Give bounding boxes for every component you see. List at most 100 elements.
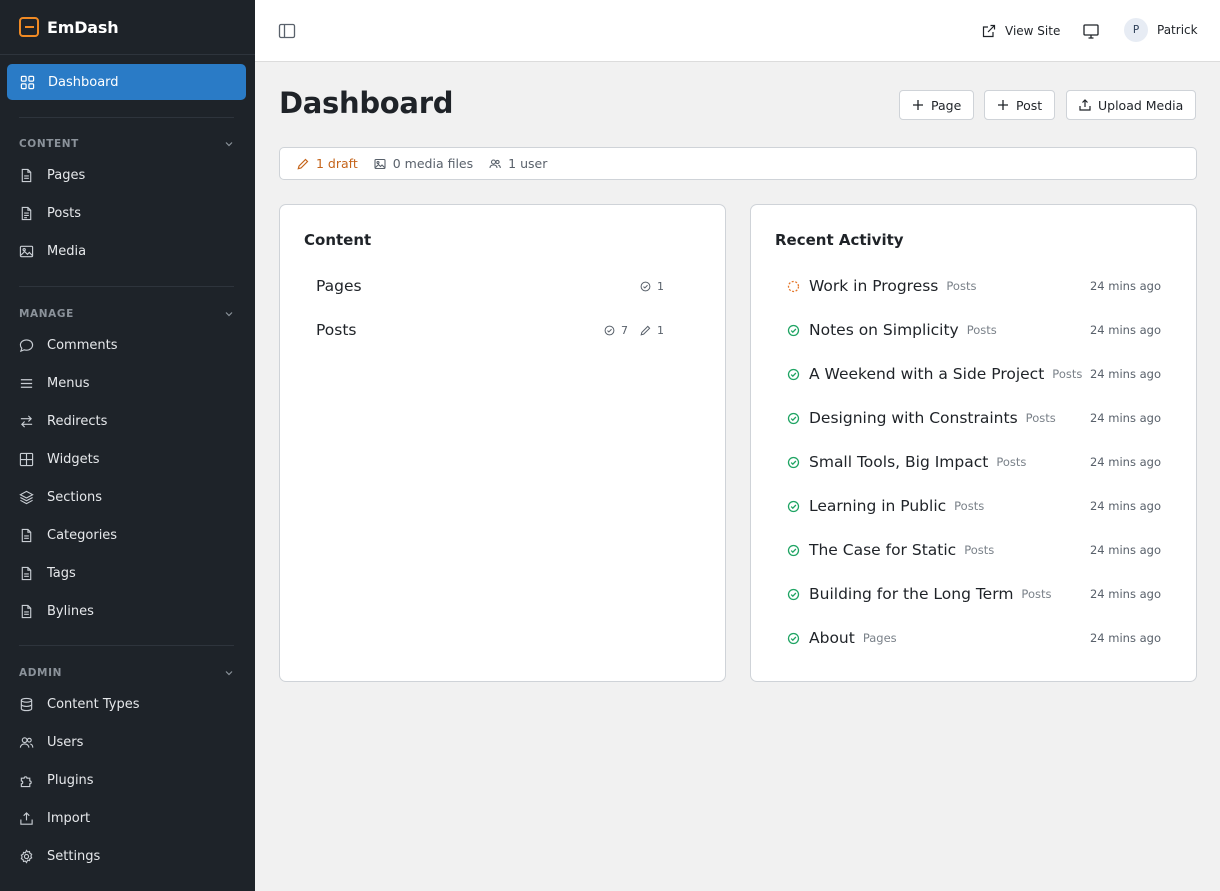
activity-item[interactable]: About Pages 24 mins ago (787, 627, 1161, 649)
activity-title: Designing with Constraints (809, 409, 1018, 427)
activity-time: 24 mins ago (1089, 279, 1161, 293)
published-check-icon (787, 632, 800, 644)
database-icon (20, 697, 33, 711)
activity-time: 24 mins ago (1089, 411, 1161, 425)
gear-icon (20, 848, 33, 864)
sidebar-item-label: Comments (47, 337, 118, 353)
monitor-icon[interactable] (1082, 22, 1100, 40)
content-row-pages[interactable]: Pages 1 (316, 275, 664, 297)
sidebar-item-import[interactable]: Import (19, 807, 90, 829)
image-icon (19, 245, 34, 257)
activity-item[interactable]: Learning in Public Posts 24 mins ago (787, 495, 1161, 517)
button-label: Post (1016, 97, 1043, 113)
section-header-admin[interactable]: ADMIN (19, 666, 234, 680)
section-header-manage[interactable]: MANAGE (19, 307, 234, 321)
sidebar-item-label: Widgets (47, 451, 100, 467)
users-icon (489, 158, 501, 168)
page-title: Dashboard (279, 86, 454, 120)
activity-type: Pages (862, 631, 897, 645)
users-icon (19, 736, 34, 748)
activity-type: Posts (1052, 367, 1083, 381)
activity-time: 24 mins ago (1089, 631, 1161, 645)
activity-item[interactable]: Small Tools, Big Impact Posts 24 mins ago (787, 451, 1161, 473)
sidebar-item-settings[interactable]: Settings (19, 845, 100, 867)
activity-title: Learning in Public (809, 497, 947, 515)
sidebar-item-tags[interactable]: Tags (19, 562, 76, 584)
upload-media-button[interactable]: Upload Media (1066, 90, 1197, 120)
sidebar-item-label: Bylines (47, 603, 94, 619)
dashboard-grid-icon (20, 75, 35, 89)
sidebar-item-label: Tags (47, 565, 76, 581)
activity-item[interactable]: Notes on Simplicity Posts 24 mins ago (787, 319, 1161, 341)
puzzle-icon (20, 775, 32, 787)
sidebar-item-menus[interactable]: Menus (19, 372, 89, 394)
menu-lines-icon (20, 378, 33, 388)
draft-count: 1 (640, 324, 664, 337)
sidebar-item-posts[interactable]: Posts (19, 202, 81, 224)
section-label: MANAGE (19, 308, 74, 320)
activity-item[interactable]: Designing with Constraints Posts 24 mins a… (787, 407, 1161, 429)
published-count: 7 (604, 324, 628, 337)
sidebar-item-dashboard[interactable]: Dashboard (7, 64, 246, 100)
sidebar-item-label: Menus (47, 375, 90, 391)
activity-item[interactable]: Building for the Long Term Posts 24 mins a… (787, 583, 1161, 605)
activity-item[interactable]: The Case for Static Posts 24 mins ago (787, 539, 1161, 561)
activity-type: Posts (996, 455, 1027, 469)
published-check-icon (787, 324, 800, 336)
activity-type: Posts (1021, 587, 1052, 601)
activity-item[interactable]: A Weekend with a Side Project Posts 24 min… (787, 363, 1161, 385)
activity-item[interactable]: Work in Progress Posts 24 mins ago (787, 275, 1161, 297)
activity-type: Posts (946, 279, 977, 293)
published-check-icon (787, 412, 800, 424)
sidebar-item-categories[interactable]: Categories (19, 524, 117, 546)
activity-title: Small Tools, Big Impact (809, 453, 989, 471)
sidebar-item-plugins[interactable]: Plugins (19, 769, 94, 791)
sidebar-item-widgets[interactable]: Widgets (19, 448, 100, 470)
sidebar-item-users[interactable]: Users (19, 731, 83, 753)
activity-type: Posts (1025, 411, 1056, 425)
brand[interactable]: EmDash (0, 0, 255, 55)
view-site-label: View Site (1005, 24, 1061, 38)
media-stat[interactable]: 0 media files (374, 156, 473, 171)
upload-icon (20, 811, 33, 825)
sidebar-item-label: Users (47, 734, 84, 750)
count-value: 7 (621, 323, 628, 337)
new-page-button[interactable]: Page (899, 90, 975, 120)
sidebar-item-sections[interactable]: Sections (19, 486, 102, 508)
section-header-content[interactable]: CONTENT (19, 137, 234, 151)
comment-icon (19, 338, 34, 352)
pencil-icon (640, 325, 651, 336)
file-text-icon (21, 206, 32, 220)
sidebar-item-redirects[interactable]: Redirects (19, 410, 107, 432)
sidebar-toggle-icon[interactable] (278, 22, 296, 40)
sidebar-item-bylines[interactable]: Bylines (19, 600, 94, 622)
content-row-posts[interactable]: Posts 7 1 (316, 319, 664, 341)
sidebar-item-media[interactable]: Media (19, 240, 86, 262)
content-type-name: Pages (316, 277, 362, 295)
external-link-icon (982, 24, 996, 38)
count-value: 1 (657, 323, 664, 337)
view-site-link[interactable]: View Site (982, 21, 1060, 41)
sidebar: EmDash Dashboard CONTENT Pages Posts Med… (0, 0, 255, 891)
users-stat[interactable]: 1 user (489, 156, 547, 171)
user-menu[interactable]: P Patrick (1124, 18, 1198, 42)
sidebar-item-content-types[interactable]: Content Types (19, 693, 139, 715)
sidebar-item-comments[interactable]: Comments (19, 334, 117, 356)
new-post-button[interactable]: Post (984, 90, 1056, 120)
section-label: ADMIN (19, 667, 62, 679)
widget-grid-icon (19, 452, 34, 466)
file-icon (21, 168, 32, 182)
sidebar-item-label: Posts (47, 205, 81, 221)
plus-icon (998, 100, 1008, 110)
chevron-down-icon (225, 671, 233, 676)
draft-status-icon (787, 280, 800, 292)
activity-time: 24 mins ago (1089, 367, 1161, 381)
activity-time: 24 mins ago (1089, 499, 1161, 513)
activity-type: Posts (966, 323, 997, 337)
sidebar-item-pages[interactable]: Pages (19, 164, 85, 186)
chevron-down-icon (225, 312, 233, 317)
content-type-name: Posts (316, 321, 357, 339)
stats-bar: 1 draft 0 media files 1 user (279, 147, 1197, 180)
drafts-stat[interactable]: 1 draft (297, 156, 358, 171)
brand-name: EmDash (47, 17, 119, 37)
